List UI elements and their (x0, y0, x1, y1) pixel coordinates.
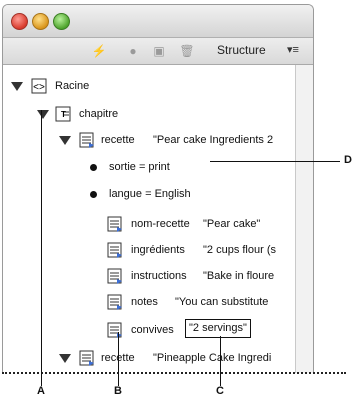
tree-value: "Pear cake" (203, 218, 261, 230)
root-element-icon: <> (31, 78, 47, 94)
panel-menu-button[interactable]: ▾≡ (287, 43, 299, 56)
callout-line-b (118, 332, 119, 386)
trash-icon[interactable]: 🗑 (179, 43, 195, 59)
panel-title: Structure (217, 43, 266, 57)
callout-label-a: A (37, 385, 45, 397)
element-icon (79, 132, 94, 148)
tree-label: nom-recette (131, 218, 190, 230)
attribute-bullet-icon (90, 191, 97, 198)
tree-value: "Pear cake Ingredients 2 (153, 134, 274, 146)
tree-label: instructions (131, 270, 187, 282)
tree-value-highlight: "2 servings" (185, 319, 251, 338)
tree-label: recette (101, 134, 135, 146)
element-icon (107, 242, 122, 258)
tree-value: "Bake in floure (203, 270, 275, 282)
zoom-button[interactable] (53, 13, 70, 30)
tree-label: Racine (55, 80, 90, 92)
minimize-button[interactable] (32, 13, 49, 30)
element-icon (107, 268, 122, 284)
disclosure-triangle-icon[interactable] (11, 82, 23, 91)
callout-label-b: B (114, 385, 122, 397)
structure-tree: <> Racine T chapitre recette "Pear cake … (3, 65, 295, 373)
disclosure-triangle-icon[interactable] (59, 354, 71, 363)
svg-text:<>: <> (33, 82, 45, 93)
lightning-icon[interactable]: ⚡ (91, 43, 107, 59)
callout-label-d: D (344, 154, 352, 166)
tree-label: ingrédients (131, 244, 185, 256)
structure-toolbar: ⚡ ● ▣ 🗑 Structure ▾≡ (3, 38, 313, 65)
tree-value: "You can substitute (175, 296, 269, 308)
callout-line-c (220, 336, 221, 386)
element-icon (79, 350, 94, 366)
attribute-bullet-icon (90, 164, 97, 171)
panel-cut-line (2, 372, 346, 374)
close-button[interactable] (11, 13, 28, 30)
tree-label: langue = English (109, 188, 191, 200)
disclosure-triangle-icon[interactable] (37, 110, 49, 119)
tree-label: chapitre (79, 108, 119, 120)
dot-icon[interactable]: ● (125, 43, 141, 59)
element-icon (107, 322, 122, 338)
structure-panel: ⚡ ● ▣ 🗑 Structure ▾≡ <> Racine T chapitr… (2, 4, 314, 373)
callout-label-c: C (216, 385, 224, 397)
callout-line-a (41, 110, 42, 386)
tree-value: "Pineapple Cake Ingredi (153, 352, 272, 364)
box-icon[interactable]: ▣ (151, 43, 167, 59)
callout-line-d (210, 161, 340, 162)
element-icon: T (55, 106, 71, 122)
element-icon (107, 294, 122, 310)
vertical-scrollbar[interactable] (295, 65, 313, 373)
tree-label: notes (131, 296, 158, 308)
disclosure-triangle-icon[interactable] (59, 136, 71, 145)
tree-value: "2 cups flour (s (203, 244, 276, 256)
element-icon (107, 216, 122, 232)
tree-label: sortie = print (109, 161, 170, 173)
window-titlebar (3, 5, 313, 38)
tree-label: convives (131, 324, 174, 336)
